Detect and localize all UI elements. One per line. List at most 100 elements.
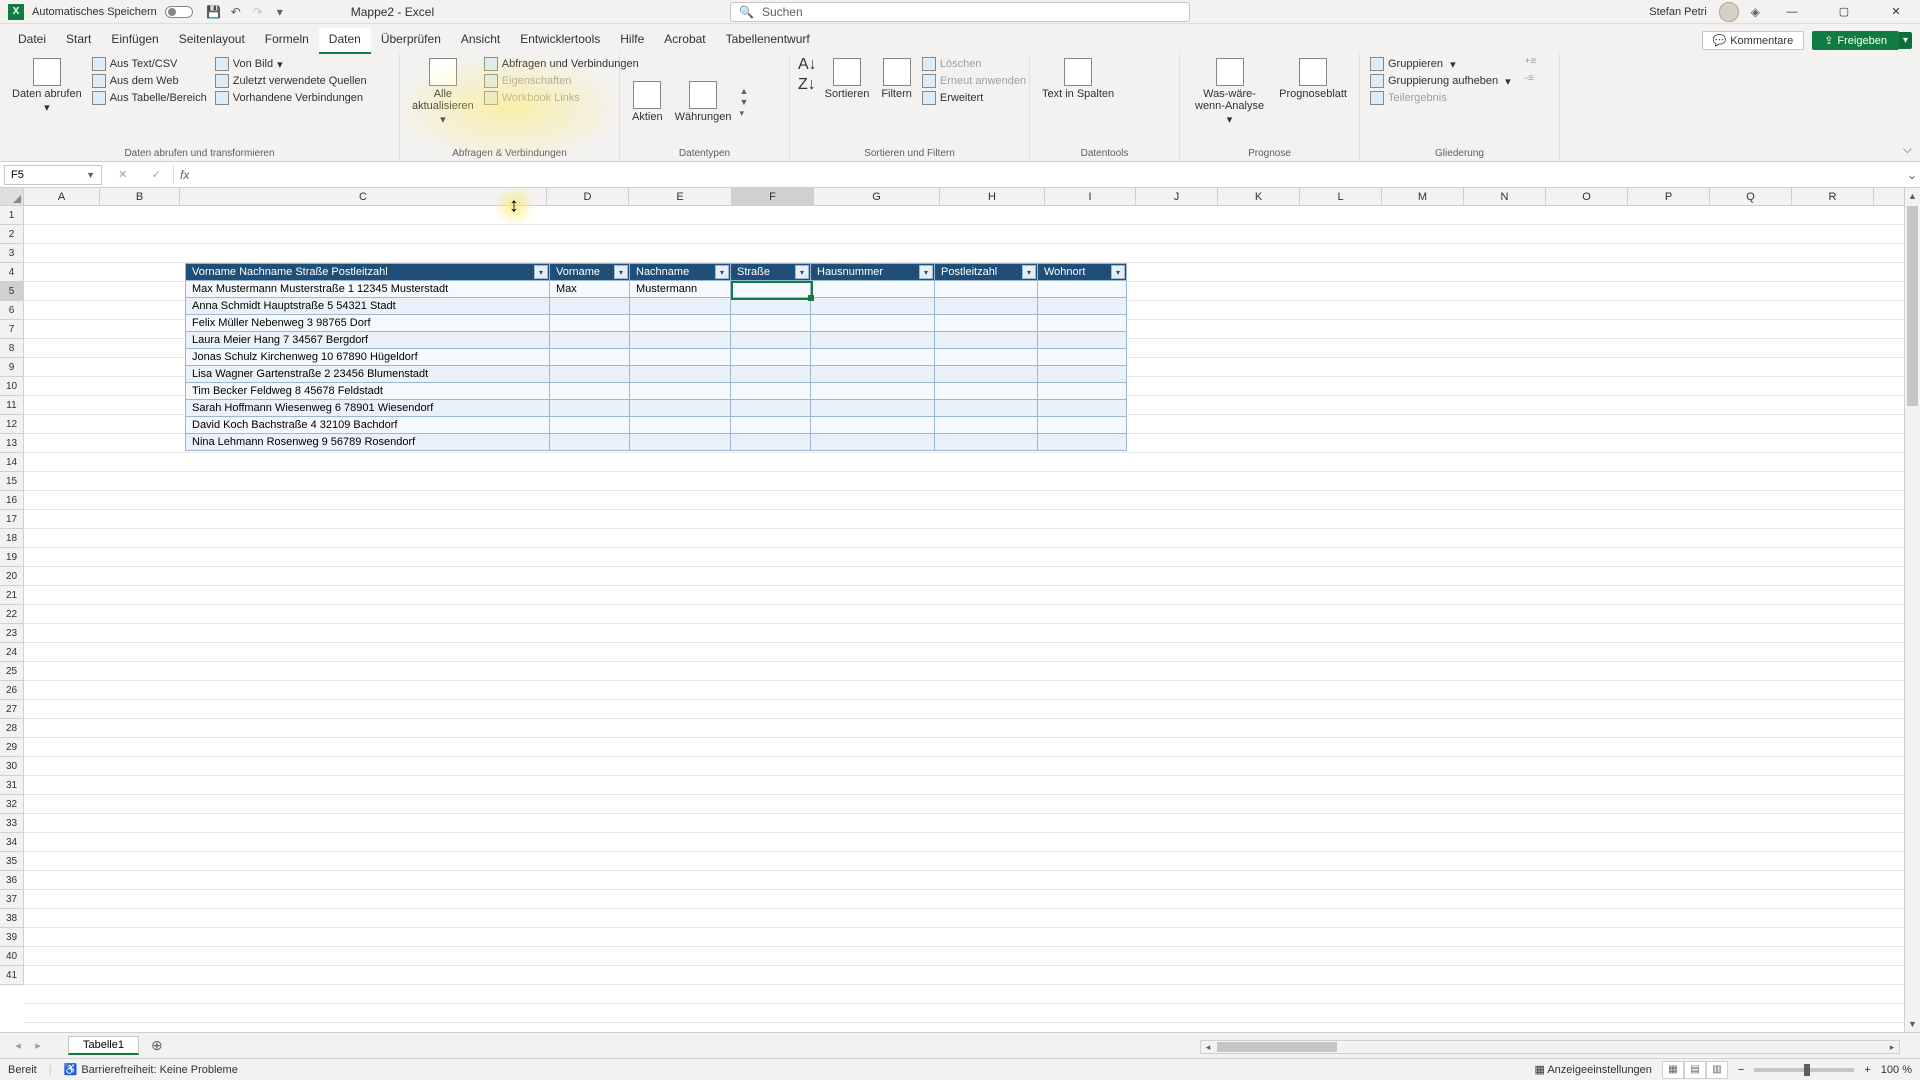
table-cell[interactable] bbox=[935, 383, 1038, 400]
table-cell[interactable]: Lisa Wagner Gartenstraße 2 23456 Blumens… bbox=[186, 366, 550, 383]
table-cell[interactable] bbox=[1038, 417, 1127, 434]
table-cell[interactable] bbox=[630, 366, 731, 383]
filter-dropdown-icon[interactable]: ▾ bbox=[919, 265, 933, 279]
tab-formeln[interactable]: Formeln bbox=[255, 28, 319, 54]
redo-icon[interactable]: ↷ bbox=[249, 3, 267, 21]
col-header-Q[interactable]: Q bbox=[1710, 188, 1792, 205]
col-header-R[interactable]: R bbox=[1792, 188, 1874, 205]
row-header-24[interactable]: 24 bbox=[0, 643, 24, 662]
table-cell[interactable] bbox=[1038, 332, 1127, 349]
table-cell[interactable] bbox=[731, 315, 811, 332]
tab-einfügen[interactable]: Einfügen bbox=[101, 28, 168, 54]
table-cell[interactable] bbox=[630, 298, 731, 315]
queries-connections[interactable]: Abfragen und Verbindungen bbox=[482, 56, 641, 72]
scroll-down-icon[interactable]: ▼ bbox=[1905, 1016, 1920, 1032]
sort-button[interactable]: Sortieren bbox=[821, 56, 874, 102]
horizontal-scrollbar[interactable]: ◂ ▸ bbox=[1200, 1040, 1900, 1054]
row-header-40[interactable]: 40 bbox=[0, 947, 24, 966]
row-header-13[interactable]: 13 bbox=[0, 434, 24, 453]
autosave-toggle[interactable] bbox=[165, 6, 193, 18]
row-header-2[interactable]: 2 bbox=[0, 225, 24, 244]
row-header-19[interactable]: 19 bbox=[0, 548, 24, 567]
zoom-out[interactable]: − bbox=[1738, 1064, 1744, 1076]
table-cell[interactable] bbox=[630, 400, 731, 417]
row-header-41[interactable]: 41 bbox=[0, 966, 24, 985]
currencies-button[interactable]: Währungen bbox=[671, 79, 736, 125]
row-header-31[interactable]: 31 bbox=[0, 776, 24, 795]
sheet-tab-1[interactable]: Tabelle1 bbox=[68, 1036, 139, 1055]
scroll-right-icon[interactable]: ▸ bbox=[1885, 1042, 1899, 1053]
tab-tabellenentwurf[interactable]: Tabellenentwurf bbox=[716, 28, 820, 54]
table-header[interactable]: Nachname▾ bbox=[630, 264, 731, 281]
row-header-22[interactable]: 22 bbox=[0, 605, 24, 624]
sheet-nav-next[interactable]: ▸ bbox=[35, 1039, 41, 1052]
namebox-dropdown-icon[interactable]: ▼ bbox=[86, 170, 95, 180]
table-cell[interactable] bbox=[811, 400, 935, 417]
row-header-8[interactable]: 8 bbox=[0, 339, 24, 358]
display-settings[interactable]: ▦ Anzeigeeinstellungen bbox=[1534, 1063, 1651, 1076]
table-row[interactable]: David Koch Bachstraße 4 32109 Bachdorf bbox=[186, 417, 1127, 434]
table-cell[interactable] bbox=[630, 383, 731, 400]
close-button[interactable]: ✕ bbox=[1876, 0, 1916, 24]
status-accessibility[interactable]: Barrierefreiheit: Keine Probleme bbox=[81, 1064, 238, 1076]
table-cell[interactable] bbox=[811, 349, 935, 366]
table-cell[interactable] bbox=[1038, 349, 1127, 366]
row-header-32[interactable]: 32 bbox=[0, 795, 24, 814]
refresh-all-button[interactable]: Alle aktualisieren▾ bbox=[408, 56, 478, 128]
add-sheet-button[interactable]: ⊕ bbox=[151, 1037, 163, 1054]
row-header-35[interactable]: 35 bbox=[0, 852, 24, 871]
row-header-33[interactable]: 33 bbox=[0, 814, 24, 833]
filter-dropdown-icon[interactable]: ▾ bbox=[1022, 265, 1036, 279]
tab-acrobat[interactable]: Acrobat bbox=[654, 28, 715, 54]
col-header-N[interactable]: N bbox=[1464, 188, 1546, 205]
table-row[interactable]: Max Mustermann Musterstraße 1 12345 Must… bbox=[186, 281, 1127, 298]
diamond-icon[interactable]: ◈ bbox=[1751, 5, 1760, 19]
row-header-30[interactable]: 30 bbox=[0, 757, 24, 776]
table-cell[interactable] bbox=[935, 281, 1038, 298]
recent-sources[interactable]: Zuletzt verwendete Quellen bbox=[213, 73, 369, 89]
tab-start[interactable]: Start bbox=[56, 28, 101, 54]
table-cell[interactable] bbox=[550, 417, 630, 434]
table-cell[interactable] bbox=[550, 434, 630, 451]
table-cell[interactable] bbox=[935, 315, 1038, 332]
vscroll-thumb[interactable] bbox=[1907, 206, 1918, 406]
sort-desc-icon[interactable]: Z↓ bbox=[798, 76, 817, 94]
hscroll-thumb[interactable] bbox=[1217, 1042, 1337, 1052]
table-cell[interactable]: Nina Lehmann Rosenweg 9 56789 Rosendorf bbox=[186, 434, 550, 451]
tab-entwicklertools[interactable]: Entwicklertools bbox=[510, 28, 610, 54]
what-if-button[interactable]: Was-wäre-wenn-Analyse▾ bbox=[1188, 56, 1271, 128]
table-cell[interactable] bbox=[1038, 315, 1127, 332]
filter-dropdown-icon[interactable]: ▾ bbox=[795, 265, 809, 279]
table-header[interactable]: Vorname Nachname Straße Postleitzahl▾ bbox=[186, 264, 550, 281]
table-cell[interactable] bbox=[630, 434, 731, 451]
col-header-B[interactable]: B bbox=[100, 188, 180, 205]
table-cell[interactable]: Max bbox=[550, 281, 630, 298]
collapse-ribbon[interactable]: ⌵ bbox=[1903, 142, 1912, 157]
row-header-12[interactable]: 12 bbox=[0, 415, 24, 434]
row-header-6[interactable]: 6 bbox=[0, 301, 24, 320]
col-header-D[interactable]: D bbox=[547, 188, 629, 205]
table-cell[interactable] bbox=[1038, 400, 1127, 417]
table-cell[interactable] bbox=[630, 332, 731, 349]
table-cell[interactable]: David Koch Bachstraße 4 32109 Bachdorf bbox=[186, 417, 550, 434]
share-dropdown[interactable]: ▾ bbox=[1899, 32, 1912, 49]
table-cell[interactable] bbox=[630, 417, 731, 434]
vertical-scrollbar[interactable]: ▲ ▼ bbox=[1904, 188, 1920, 1032]
row-header-34[interactable]: 34 bbox=[0, 833, 24, 852]
table-cell[interactable]: Sarah Hoffmann Wiesenweg 6 78901 Wiesend… bbox=[186, 400, 550, 417]
row-header-26[interactable]: 26 bbox=[0, 681, 24, 700]
gallery-up[interactable]: ▲ bbox=[739, 86, 748, 96]
from-web[interactable]: Aus dem Web bbox=[90, 73, 209, 89]
maximize-button[interactable]: ▢ bbox=[1824, 0, 1864, 24]
table-cell[interactable] bbox=[935, 434, 1038, 451]
table-cell[interactable] bbox=[550, 298, 630, 315]
row-header-23[interactable]: 23 bbox=[0, 624, 24, 643]
table-cell[interactable] bbox=[550, 349, 630, 366]
row-header-17[interactable]: 17 bbox=[0, 510, 24, 529]
table-row[interactable]: Jonas Schulz Kirchenweg 10 67890 Hügeldo… bbox=[186, 349, 1127, 366]
zoom-slider[interactable] bbox=[1754, 1068, 1854, 1072]
table-row[interactable]: Lisa Wagner Gartenstraße 2 23456 Blumens… bbox=[186, 366, 1127, 383]
sheet-nav-prev[interactable]: ◂ bbox=[15, 1039, 21, 1052]
filter-button[interactable]: Filtern bbox=[877, 56, 916, 102]
table-cell[interactable] bbox=[935, 298, 1038, 315]
